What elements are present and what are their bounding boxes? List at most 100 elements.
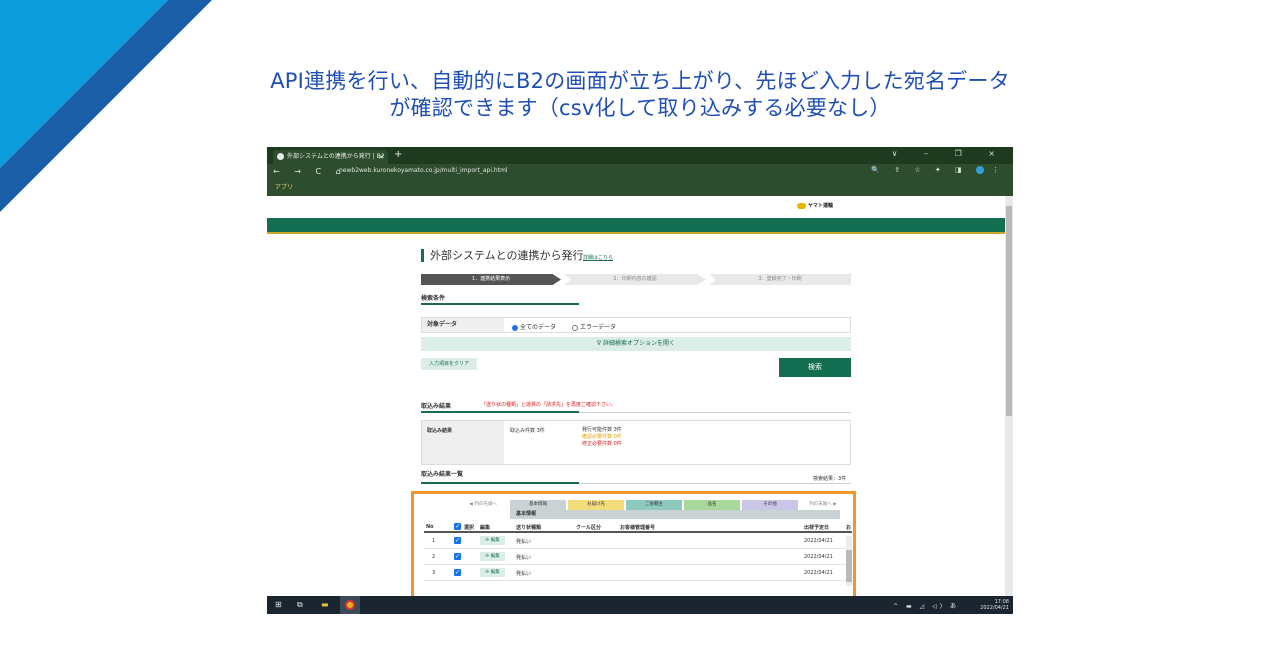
step-indicator: 1．連携結果表示 2．印刷内容の確認 3．登録完了・印刷 bbox=[421, 274, 851, 285]
detail-link[interactable]: 詳細はこちら bbox=[583, 254, 613, 261]
yamato-logo: ヤマト運輸 bbox=[797, 202, 833, 209]
table-row[interactable]: 3 ✓ ⟳ 編集 発払い 2022/04/21 bbox=[424, 566, 852, 581]
tab-close-icon[interactable]: × bbox=[378, 150, 384, 164]
step-3: 3．登録完了・印刷 bbox=[709, 274, 851, 285]
radio-unselected-icon bbox=[572, 324, 578, 331]
col-edit: 編集 bbox=[480, 525, 491, 531]
row-checkbox[interactable]: ✓ bbox=[454, 569, 461, 576]
radio-selected-icon bbox=[512, 324, 518, 331]
toolbar-icons: 🔍 ⇪ ☆ ✦ ◨ ⋮ bbox=[871, 166, 1005, 174]
clear-button[interactable]: 入力項目をクリア bbox=[421, 358, 477, 370]
row-ship-date: 2022/04/21 bbox=[804, 538, 833, 544]
radio-error-label: エラーデータ bbox=[580, 324, 617, 331]
chrome-icon bbox=[345, 600, 355, 610]
result-warning: 「送り状の種類」と運賃の「請求先」を再度ご確認下さい。 bbox=[481, 402, 617, 408]
caption-line-2: が確認できます（csv化して取り込みする必要なし） bbox=[389, 96, 891, 120]
row-ship-date: 2022/04/21 bbox=[804, 570, 833, 576]
tab-favicon-icon bbox=[277, 153, 284, 160]
edit-button[interactable]: ⟳ 編集 bbox=[480, 568, 505, 577]
row-invoice-type: 発払い bbox=[516, 539, 532, 545]
import-count: 取込み件数 3件 bbox=[510, 428, 545, 434]
target-filter-row: 対象データ 全てのデータ エラーデータ bbox=[421, 317, 851, 333]
bookmarks-bar: アプリ bbox=[267, 180, 1013, 196]
row-checkbox[interactable]: ✓ bbox=[454, 537, 461, 544]
detail-search-toggle[interactable]: ∇ 詳細検索オプションを開く bbox=[421, 337, 851, 351]
page-title: 外部システムとの連携から発行 bbox=[421, 249, 584, 262]
toolbar-icon-group[interactable]: 🔍 ⇪ ☆ ✦ ◨ bbox=[871, 166, 967, 174]
window-controls[interactable]: ∨ – ❐ × bbox=[892, 149, 1007, 158]
list-scroll-thumb[interactable] bbox=[846, 550, 852, 582]
result-label: 取込み結果 bbox=[422, 421, 504, 464]
url-field[interactable]: newb2web.kuronekoyamato.co.jp/multi_impo… bbox=[339, 167, 508, 174]
section-divider bbox=[579, 412, 851, 413]
row-invoice-type: 発払い bbox=[516, 555, 532, 561]
system-tray[interactable]: ^ ▬ ◿ ◁) あ bbox=[893, 601, 959, 610]
radio-error-data[interactable]: エラーデータ bbox=[572, 322, 616, 331]
table-row[interactable]: 2 ✓ ⟳ 編集 発払い 2022/04/21 bbox=[424, 550, 852, 565]
stat-confirm: 確認必要件数 0件 bbox=[582, 434, 622, 440]
radio-all-label: 全てのデータ bbox=[520, 324, 557, 331]
col-cool: クール区分 bbox=[576, 525, 602, 531]
browser-screenshot: 外部システムとの連携から発行 | B2 × + ∨ – ❐ × ← → C ⌂ … bbox=[267, 147, 1013, 614]
table-row[interactable]: 1 ✓ ⟳ 編集 発払い 2022/04/21 bbox=[424, 534, 852, 549]
tab-recipient[interactable]: お届け先 bbox=[568, 500, 624, 510]
scroll-last-label: 列の末尾へ bbox=[809, 502, 832, 507]
chrome-taskbar-button[interactable] bbox=[340, 596, 360, 614]
start-icon[interactable]: ⊞ bbox=[275, 600, 282, 609]
radio-all-data[interactable]: 全てのデータ bbox=[512, 322, 556, 331]
scroll-first-button[interactable]: ◀ 列の先頭へ bbox=[458, 500, 508, 510]
col-customer-no: お客様管理番号 bbox=[620, 525, 656, 531]
menu-icon[interactable]: ⋮ bbox=[992, 166, 1005, 174]
tab-item-name[interactable]: 品名 bbox=[684, 500, 740, 510]
section-divider bbox=[579, 483, 851, 484]
header-band bbox=[267, 218, 1005, 234]
file-explorer-icon[interactable]: ▬ bbox=[321, 600, 329, 609]
section-underline bbox=[421, 411, 579, 413]
taskbar-clock[interactable]: 17:08 2022/04/21 bbox=[980, 599, 1009, 611]
stat-issuable: 発行可能件数 3件 bbox=[582, 427, 622, 433]
address-bar: ← → C ⌂ newb2web.kuronekoyamato.co.jp/mu… bbox=[267, 164, 1013, 180]
row-invoice-type: 発払い bbox=[516, 571, 532, 577]
browser-tab-strip: 外部システムとの連携から発行 | B2 × + ∨ – ❐ × bbox=[267, 147, 1013, 164]
new-tab-icon[interactable]: + bbox=[394, 149, 402, 160]
clock-date: 2022/04/21 bbox=[980, 605, 1009, 611]
apps-bookmark[interactable]: アプリ bbox=[275, 184, 293, 191]
task-view-icon[interactable]: ⧉ bbox=[297, 600, 303, 610]
col-select: 選択 bbox=[464, 525, 475, 531]
edit-button[interactable]: ⟳ 編集 bbox=[480, 536, 505, 545]
stat-fix: 修正必要件数 0件 bbox=[582, 441, 622, 447]
tab-sender[interactable]: ご依頼主 bbox=[626, 500, 682, 510]
page-scroll-thumb[interactable] bbox=[1006, 206, 1012, 416]
tab-other[interactable]: その他 bbox=[742, 500, 798, 510]
row-checkbox[interactable]: ✓ bbox=[454, 553, 461, 560]
tab-title: 外部システムとの連携から発行 | B2 bbox=[287, 153, 385, 160]
col-no: No bbox=[426, 524, 434, 530]
web-page: ヤマト運輸 外部システムとの連携から発行 詳細はこちら 1．連携結果表示 2．印… bbox=[267, 196, 1005, 614]
slide: API連携を行い、自動的にB2の画面が立ち上がり、先ほど入力した宛名データ が確… bbox=[0, 0, 1280, 670]
cat-logo-icon bbox=[797, 202, 806, 209]
step-1: 1．連携結果表示 bbox=[421, 274, 561, 285]
windows-taskbar: ⊞ ⧉ ▬ ^ ▬ ◿ ◁) あ 17:08 2022/04/21 bbox=[267, 596, 1013, 614]
profile-avatar[interactable] bbox=[975, 166, 984, 174]
slide-caption: API連携を行い、自動的にB2の画面が立ち上がり、先ほど入力した宛名データ が確… bbox=[150, 68, 1130, 122]
list-section-title: 取込み結果一覧 bbox=[421, 471, 464, 478]
edit-button[interactable]: ⟳ 編集 bbox=[480, 552, 505, 561]
tab-basic-info[interactable]: 基本情報 bbox=[510, 500, 566, 510]
page-scrollbar[interactable] bbox=[1005, 196, 1013, 596]
target-label: 対象データ bbox=[422, 318, 504, 332]
row-no: 3 bbox=[432, 570, 436, 576]
row-no: 1 bbox=[432, 538, 436, 544]
select-all-checkbox[interactable]: ✓ bbox=[454, 523, 461, 530]
col-ship-date: 出荷予定日 bbox=[804, 525, 830, 531]
scroll-last-button[interactable]: 列の末尾へ ▶ bbox=[800, 500, 846, 510]
step-2: 2．印刷内容の確認 bbox=[564, 274, 706, 285]
browser-tab[interactable]: 外部システムとの連携から発行 | B2 × bbox=[273, 150, 388, 164]
section-underline bbox=[421, 303, 579, 305]
nav-buttons[interactable]: ← → C ⌂ bbox=[273, 167, 347, 176]
result-summary: 取込み結果 取込み件数 3件 発行可能件数 3件 確認必要件数 0件 修正必要件… bbox=[421, 420, 851, 465]
row-no: 2 bbox=[432, 554, 436, 560]
search-button[interactable]: 検索 bbox=[779, 358, 851, 377]
category-tabs: ◀ 列の先頭へ 基本情報 お届け先 ご依頼主 品名 その他 列の末尾へ ▶ bbox=[458, 500, 848, 510]
search-section-title: 検索条件 bbox=[421, 295, 446, 302]
list-scrollbar[interactable] bbox=[846, 536, 852, 586]
